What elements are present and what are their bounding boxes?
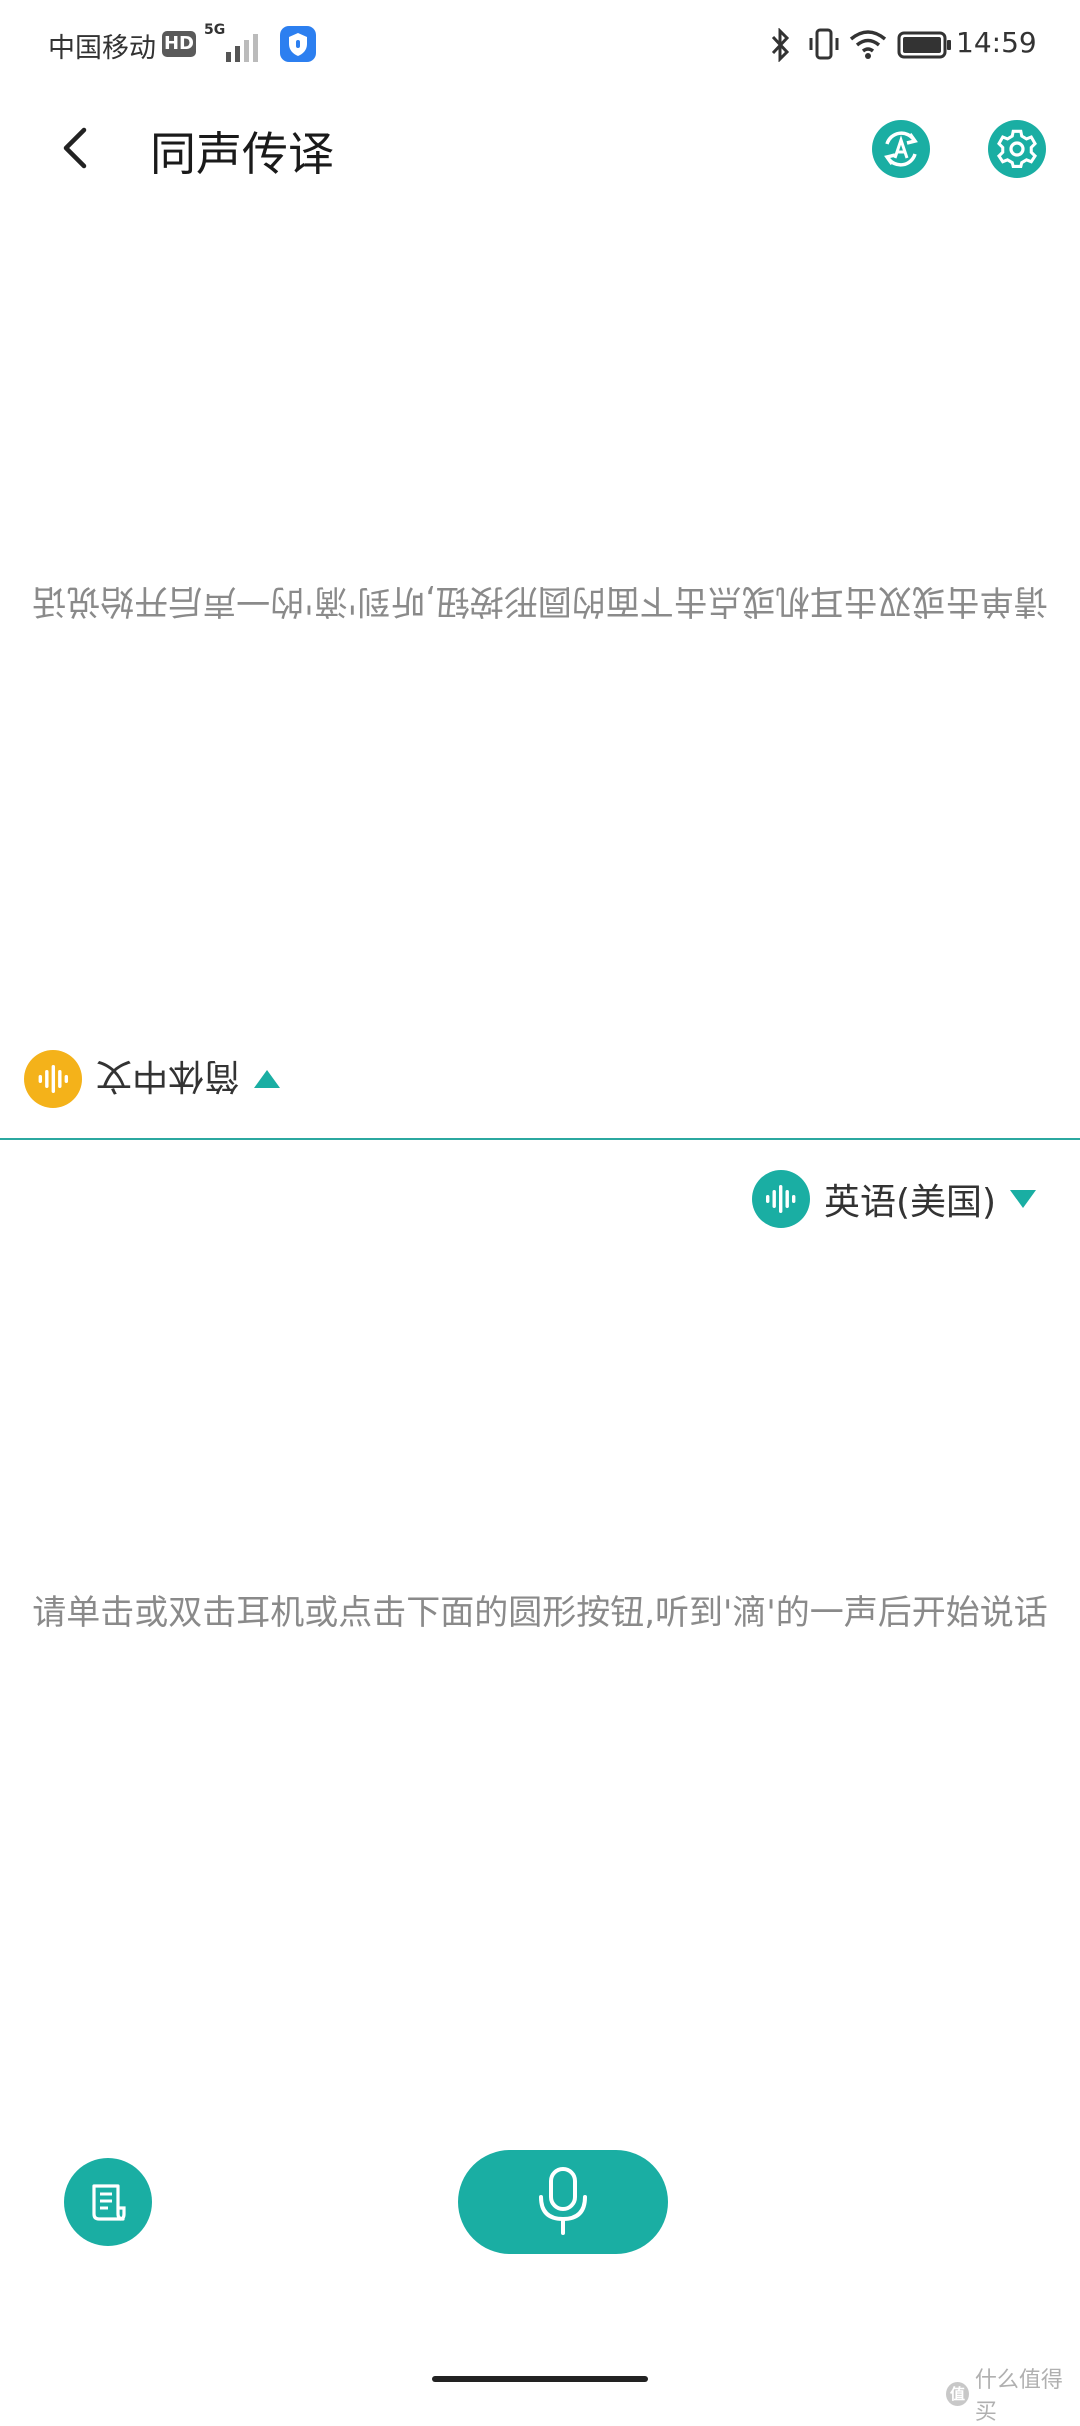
upper-language-selector[interactable]: 简体中文 — [24, 1048, 281, 1110]
bluetooth-icon — [771, 28, 790, 62]
shield-app-icon — [280, 26, 316, 62]
gear-icon — [988, 120, 1046, 178]
home-indicator[interactable] — [432, 2376, 648, 2382]
page-title: 同声传译 — [150, 127, 334, 181]
clock-label: 14:59 — [956, 26, 1037, 59]
translate-refresh-icon — [872, 120, 930, 178]
upper-language-label: 简体中文 — [96, 1055, 241, 1096]
status-bar: 中国移动 HD 5G 14:59 — [0, 0, 1080, 90]
carrier-label: 中国移动 — [48, 33, 156, 64]
network-type-label: 5G — [204, 22, 226, 38]
microphone-icon — [539, 2167, 587, 2235]
voice-wave-icon — [752, 1170, 810, 1228]
caret-down-icon — [254, 1070, 281, 1088]
hd-badge: HD — [162, 31, 196, 57]
voice-wave-icon — [24, 1050, 82, 1108]
notes-icon — [92, 2184, 126, 2221]
panel-divider — [0, 1138, 1080, 1140]
lower-hint-text: 请单击或双击耳机或点击下面的圆形按钮,听到'滴'的一声后开始说话 — [32, 1593, 1048, 1633]
signal-icon — [226, 34, 258, 62]
microphone-button[interactable] — [458, 2150, 668, 2254]
history-button[interactable] — [64, 2158, 152, 2246]
back-button[interactable] — [48, 112, 98, 182]
settings-button[interactable] — [988, 120, 1046, 182]
caret-down-icon — [1010, 1190, 1037, 1208]
watermark-badge: 值 — [946, 2382, 969, 2406]
battery-icon — [897, 31, 951, 59]
watermark: 值 什么值得买 — [946, 2362, 1080, 2426]
upper-hint-text: 请单击或双击耳机或点击下面的圆形按钮,听到'滴'的一声后开始说话 — [32, 581, 1048, 621]
chevron-left-icon — [63, 127, 87, 169]
vibrate-icon — [809, 28, 839, 60]
watermark-text: 什么值得买 — [974, 2368, 1063, 2425]
lower-language-label: 英语(美国) — [824, 1182, 997, 1223]
wifi-icon — [849, 30, 887, 59]
translate-refresh-button[interactable] — [872, 120, 930, 182]
lower-language-selector[interactable]: 英语(美国) — [752, 1168, 1037, 1230]
